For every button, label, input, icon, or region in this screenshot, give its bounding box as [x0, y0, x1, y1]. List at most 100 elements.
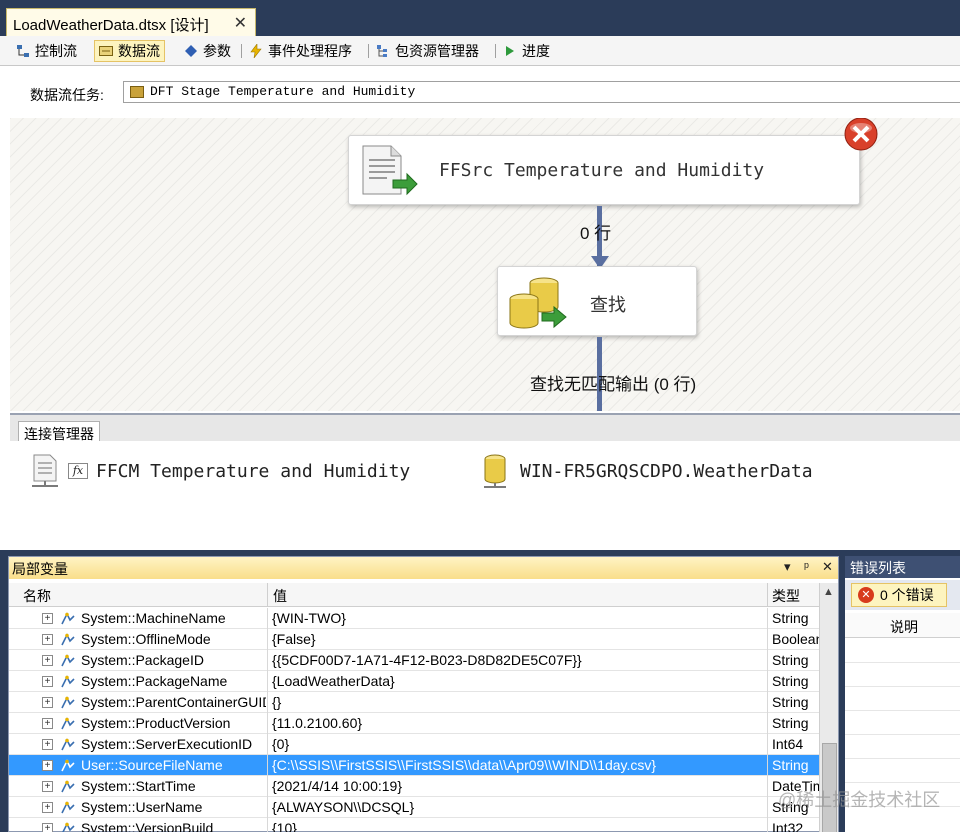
- expand-icon[interactable]: +: [42, 655, 53, 666]
- variable-row[interactable]: + System::StartTime {2021/4/14 10:00:19} Da…: [9, 776, 819, 797]
- expand-icon[interactable]: +: [42, 739, 53, 750]
- cell-divider: [267, 776, 268, 797]
- expand-icon[interactable]: +: [42, 802, 53, 813]
- cell-divider: [767, 818, 768, 832]
- expand-icon[interactable]: +: [42, 760, 53, 771]
- expand-icon[interactable]: +: [42, 718, 53, 729]
- variable-type: String: [772, 673, 809, 689]
- error-row-line: [845, 734, 960, 735]
- column-header-description[interactable]: 说明: [890, 617, 918, 637]
- variable-row[interactable]: + System::PackageName {LoadWeatherData} Str…: [9, 671, 819, 692]
- cell-divider: [767, 755, 768, 776]
- tab-progress[interactable]: 进度: [499, 40, 554, 62]
- cell-divider: [767, 608, 768, 629]
- control-flow-icon: [17, 45, 29, 57]
- expand-icon[interactable]: +: [42, 676, 53, 687]
- cell-divider: [767, 713, 768, 734]
- close-tab-icon[interactable]: ✕: [234, 13, 247, 33]
- variable-value[interactable]: {0}: [272, 736, 767, 752]
- variable-value[interactable]: {C:\\SSIS\\FirstSSIS\\FirstSSIS\\data\\A…: [272, 757, 767, 773]
- variable-row[interactable]: + User::SourceFileName {C:\\SSIS\\FirstSSI…: [9, 755, 819, 776]
- watermark: @稀土掘金技术社区: [778, 790, 941, 810]
- variable-value[interactable]: {False}: [272, 631, 767, 647]
- package-explorer-icon: [377, 45, 387, 57]
- column-divider[interactable]: [767, 583, 768, 607]
- pin-icon[interactable]: ᵖ: [804, 559, 809, 574]
- variable-row[interactable]: + System::ProductVersion {11.0.2100.60} Str…: [9, 713, 819, 734]
- flow-2-label: 查找无匹配输出 (0 行): [530, 375, 697, 394]
- variable-row[interactable]: + System::ServerExecutionID {0} Int64: [9, 734, 819, 755]
- data-flow-task-value: DFT Stage Temperature and Humidity: [150, 84, 416, 99]
- variable-icon: [61, 654, 75, 667]
- tab-connection-manager[interactable]: 连接管理器: [18, 421, 100, 443]
- data-flow-task-select[interactable]: DFT Stage Temperature and Humidity: [123, 81, 960, 103]
- variable-value[interactable]: {ALWAYSON\\DCSQL}: [272, 799, 767, 815]
- cell-divider: [267, 734, 268, 755]
- column-header-name[interactable]: 名称: [23, 586, 51, 606]
- scroll-up-icon[interactable]: ▲: [823, 586, 834, 598]
- tab-package-explorer[interactable]: 包资源管理器: [372, 40, 483, 62]
- connection-ffcm[interactable]: fx FFCM Temperature and Humidity: [28, 451, 410, 491]
- connection-ffcm-label: FFCM Temperature and Humidity: [96, 460, 411, 482]
- locals-title: 局部变量: [12, 561, 68, 577]
- variable-type: String: [772, 694, 809, 710]
- progress-icon: [506, 46, 514, 56]
- error-row-line: [845, 782, 960, 783]
- expand-icon[interactable]: +: [42, 823, 53, 832]
- variable-value[interactable]: {}: [272, 694, 767, 710]
- data-flow-canvas[interactable]: FFSrc Temperature and Humidity 0 行 查找 查找…: [10, 118, 960, 411]
- variable-row[interactable]: + System::UserName {ALWAYSON\\DCSQL} String: [9, 797, 819, 818]
- cell-divider: [767, 797, 768, 818]
- connection-manager-area: fx FFCM Temperature and Humidity WIN-FR5…: [10, 441, 960, 544]
- tab-control-flow[interactable]: 控制流: [12, 40, 81, 62]
- variable-value[interactable]: {10}: [272, 820, 767, 832]
- cell-divider: [767, 671, 768, 692]
- flow-1-label: 0 行: [580, 224, 612, 243]
- variable-value[interactable]: {LoadWeatherData}: [272, 673, 767, 689]
- errors-filter-button[interactable]: ✕ 0 个错误: [851, 583, 947, 607]
- tab-package-explorer-label: 包资源管理器: [395, 43, 479, 59]
- column-header-value[interactable]: 值: [273, 586, 287, 606]
- variable-value[interactable]: {{5CDF00D7-1A71-4F12-B023-D8D82DE5C07F}}: [272, 652, 767, 668]
- tab-parameters[interactable]: 参数: [180, 40, 235, 62]
- ffsrc-node[interactable]: FFSrc Temperature and Humidity: [348, 135, 860, 205]
- variable-name: System::PackageName: [81, 673, 228, 689]
- variable-value[interactable]: {WIN-TWO}: [272, 610, 767, 626]
- variable-type: String: [772, 715, 809, 731]
- variable-row[interactable]: + System::OfflineMode {False} Boolean: [9, 629, 819, 650]
- errors-count-label: 0 个错误: [880, 587, 934, 603]
- expand-icon[interactable]: +: [42, 613, 53, 624]
- column-divider[interactable]: [267, 583, 268, 607]
- variable-row[interactable]: + System::ParentContainerGUID {} String: [9, 692, 819, 713]
- lookup-node[interactable]: 查找: [497, 266, 697, 336]
- variable-row[interactable]: + System::MachineName {WIN-TWO} String: [9, 608, 819, 629]
- tab-progress-label: 进度: [522, 43, 550, 59]
- variable-row[interactable]: + System::VersionBuild {10} Int32: [9, 818, 819, 832]
- expand-icon[interactable]: +: [42, 697, 53, 708]
- expand-icon[interactable]: +: [42, 781, 53, 792]
- variable-icon: [61, 633, 75, 646]
- tab-event-handlers[interactable]: 事件处理程序: [245, 40, 356, 62]
- column-header-type[interactable]: 类型: [772, 586, 800, 606]
- variable-value[interactable]: {2021/4/14 10:00:19}: [272, 778, 767, 794]
- variable-type: String: [772, 652, 809, 668]
- connection-weatherdata[interactable]: WIN-FR5GRQSCDPO.WeatherData: [480, 451, 813, 491]
- tab-parameters-label: 参数: [203, 43, 231, 59]
- window-position-icon[interactable]: ▾: [784, 559, 791, 575]
- flat-file-connection-icon: [32, 454, 58, 487]
- error-x-icon: ✕: [858, 587, 874, 603]
- tab-control-flow-label: 控制流: [35, 43, 77, 59]
- cell-divider: [267, 797, 268, 818]
- designer-tab-bar: 控制流 数据流 参数 事件处理程序 包资源管理器 进度: [0, 36, 960, 66]
- document-tab[interactable]: LoadWeatherData.dtsx [设计] ✕: [6, 8, 256, 36]
- cell-divider: [767, 776, 768, 797]
- error-row-line: [845, 662, 960, 663]
- close-window-icon[interactable]: ✕: [822, 559, 833, 575]
- tab-data-flow[interactable]: 数据流: [94, 40, 165, 62]
- expand-icon[interactable]: +: [42, 634, 53, 645]
- error-row-line: [845, 758, 960, 759]
- variable-icon: [61, 717, 75, 730]
- document-tab-title: LoadWeatherData.dtsx [设计]: [13, 17, 209, 34]
- variable-value[interactable]: {11.0.2100.60}: [272, 715, 767, 731]
- variable-row[interactable]: + System::PackageID {{5CDF00D7-1A71-4F12-B…: [9, 650, 819, 671]
